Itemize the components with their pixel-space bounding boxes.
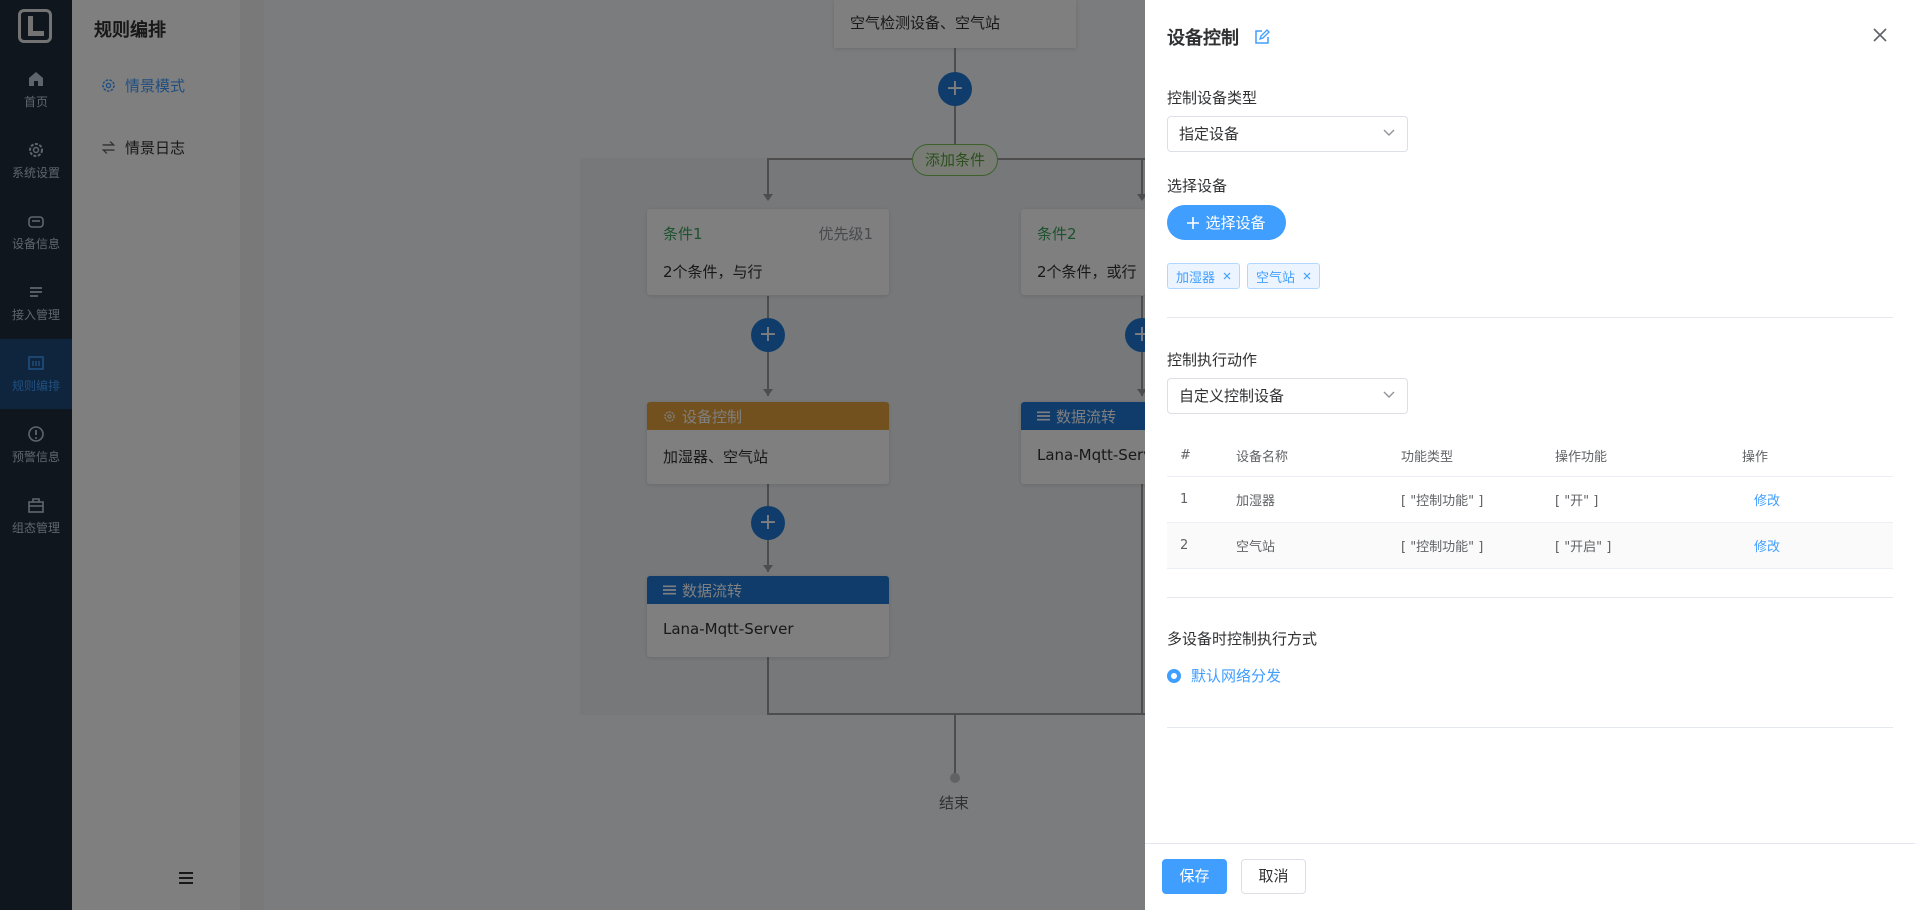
table-header-row: # 设备名称 功能类型 操作功能 操作: [1167, 436, 1893, 477]
footer-divider: [1145, 843, 1915, 844]
tag-close-icon[interactable]: [1223, 272, 1231, 280]
select-device-label: 选择设备: [1167, 177, 1228, 195]
table-cell: 空气站: [1223, 522, 1388, 569]
select-device-button[interactable]: 选择设备: [1167, 205, 1286, 240]
table-cell: 加湿器: [1223, 476, 1388, 523]
table-cell: [ "开" ]: [1542, 476, 1729, 523]
table-header: 操作功能: [1542, 436, 1729, 477]
action-label: 控制执行动作: [1167, 351, 1258, 369]
table-cell: [ "控制功能" ]: [1388, 476, 1542, 523]
table-row: 2 空气站 [ "控制功能" ] [ "开启" ] 修改: [1167, 522, 1893, 569]
section-divider: [1167, 597, 1893, 598]
table-cell: [ "开启" ]: [1542, 522, 1729, 569]
multi-device-label: 多设备时控制执行方式: [1167, 630, 1318, 648]
device-tag-label: 加湿器: [1176, 270, 1216, 286]
drawer-title: 设备控制: [1167, 28, 1239, 49]
section-divider: [1167, 727, 1893, 728]
chevron-down-icon: [1383, 391, 1395, 398]
table-row: 1 加湿器 [ "控制功能" ] [ "开" ] 修改: [1167, 476, 1893, 523]
tag-close-icon[interactable]: [1303, 272, 1311, 280]
device-tag: 空气站: [1247, 263, 1321, 289]
table-header: 设备名称: [1223, 436, 1388, 477]
close-icon[interactable]: [1870, 25, 1890, 45]
edit-link[interactable]: 修改: [1729, 522, 1893, 569]
device-tag: 加湿器: [1167, 263, 1241, 289]
select-device-button-label: 选择设备: [1205, 214, 1266, 232]
edit-link[interactable]: 修改: [1729, 476, 1893, 523]
device-type-select[interactable]: 指定设备: [1167, 116, 1408, 152]
control-action-table: # 设备名称 功能类型 操作功能 操作 1 加湿器 [ "控制功能" ] [ "…: [1167, 436, 1893, 569]
section-divider: [1167, 317, 1893, 318]
save-button[interactable]: 保存: [1162, 859, 1227, 894]
default-network-radio[interactable]: 默认网络分发: [1167, 665, 1281, 686]
plus-icon: [1187, 216, 1200, 229]
cancel-button[interactable]: 取消: [1241, 859, 1306, 894]
chevron-down-icon: [1383, 129, 1395, 136]
action-select[interactable]: 自定义控制设备: [1167, 378, 1408, 414]
radio-label: 默认网络分发: [1191, 667, 1282, 685]
action-value: 自定义控制设备: [1179, 387, 1285, 405]
device-type-label: 控制设备类型: [1167, 89, 1258, 107]
device-type-value: 指定设备: [1179, 125, 1240, 143]
radio-dot: [1167, 668, 1181, 683]
table-cell: [ "控制功能" ]: [1388, 522, 1542, 569]
table-cell: 1: [1167, 476, 1223, 523]
table-header: #: [1167, 436, 1223, 477]
table-header: 操作: [1729, 436, 1893, 477]
device-tag-label: 空气站: [1256, 270, 1296, 286]
device-control-drawer: 设备控制 控制设备类型 指定设备 选择设备 选择设备 加湿器 空气站 控制执行动…: [1145, 0, 1915, 910]
table-header: 功能类型: [1388, 436, 1542, 477]
edit-icon[interactable]: [1254, 29, 1270, 45]
table-cell: 2: [1167, 522, 1223, 569]
